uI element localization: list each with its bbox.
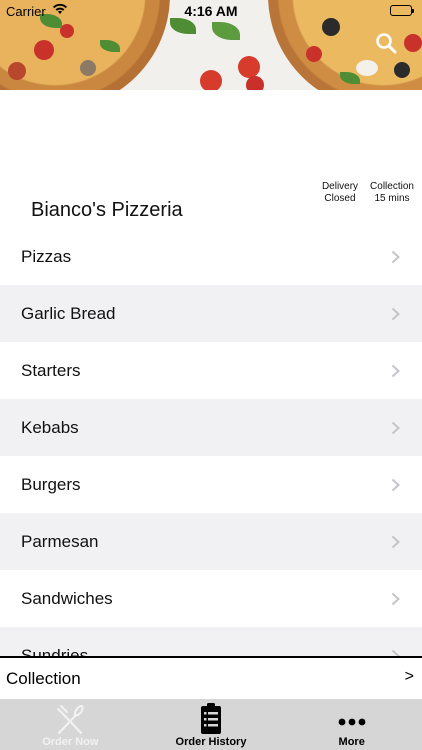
order-mode-arrow: >	[404, 668, 414, 685]
category-row-parmesan[interactable]: Parmesan	[0, 513, 422, 570]
chevron-right-icon	[391, 478, 400, 492]
receipt-icon	[200, 703, 222, 740]
category-label: Parmesan	[21, 531, 99, 551]
chevron-right-icon	[391, 364, 400, 378]
more-dots-icon	[338, 713, 366, 731]
category-label: Burgers	[21, 474, 81, 494]
category-row-sandwiches[interactable]: Sandwiches	[0, 570, 422, 627]
tab-order-history[interactable]: Order History	[141, 699, 282, 750]
category-label: Kebabs	[21, 417, 79, 437]
category-row-pizzas[interactable]: Pizzas	[0, 228, 422, 285]
delivery-status: Closed	[324, 193, 356, 204]
collection-time: 15 mins	[374, 193, 410, 204]
delivery-label: Delivery	[321, 181, 359, 192]
order-mode-bar[interactable]: Collection >	[0, 656, 422, 699]
chevron-right-icon	[391, 250, 400, 264]
category-label: Sandwiches	[21, 588, 113, 608]
category-row-starters[interactable]: Starters	[0, 342, 422, 399]
tab-more[interactable]: More	[281, 699, 422, 750]
category-list[interactable]: Pizzas Garlic Bread Starters Kebabs Burg…	[0, 228, 422, 656]
chevron-right-icon	[391, 307, 400, 321]
category-row-kebabs[interactable]: Kebabs	[0, 399, 422, 456]
restaurant-name: Bianco's Pizzeria	[31, 199, 183, 221]
search-icon	[376, 33, 397, 54]
category-label: Starters	[21, 360, 81, 380]
tab-bar: Order Now Order History More	[0, 699, 422, 750]
delivery-info: Delivery Closed	[316, 181, 364, 205]
chevron-right-icon	[391, 592, 400, 606]
tab-label: Order History	[175, 736, 247, 748]
status-time: 4:16 AM	[184, 3, 238, 19]
category-row-burgers[interactable]: Burgers	[0, 456, 422, 513]
chevron-right-icon	[391, 535, 400, 549]
tab-label: More	[338, 736, 365, 748]
search-button[interactable]	[374, 31, 398, 55]
category-row-garlic-bread[interactable]: Garlic Bread	[0, 285, 422, 342]
battery-icon	[390, 5, 414, 16]
chevron-right-icon	[391, 649, 400, 656]
chevron-right-icon	[391, 421, 400, 435]
category-row-sundries[interactable]: Sundries	[0, 627, 422, 656]
status-bar: Carrier 4:16 AM	[0, 0, 422, 22]
collection-info: Collection 15 mins	[366, 181, 418, 205]
category-label: Pizzas	[21, 246, 72, 266]
tab-label: Order Now	[42, 736, 99, 748]
collection-label: Collection	[370, 181, 414, 192]
category-label: Sundries	[21, 645, 89, 657]
category-label: Garlic Bread	[21, 303, 116, 323]
order-mode-label: Collection	[6, 668, 81, 688]
tab-order-now[interactable]: Order Now	[0, 699, 141, 750]
